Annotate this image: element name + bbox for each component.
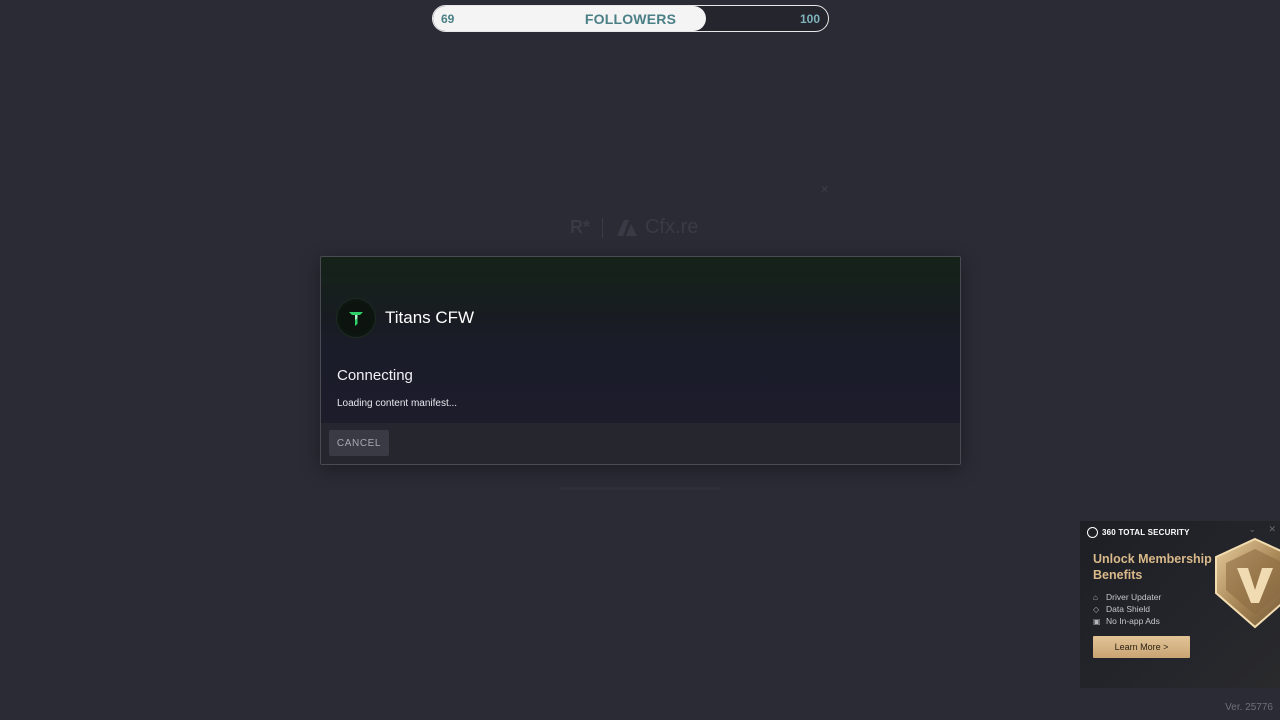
driver-icon: ⌂ — [1093, 592, 1098, 602]
version-label: Ver. 25776 — [1225, 702, 1273, 713]
no-ads-icon: ▣ — [1093, 616, 1101, 626]
followers-progress-bar: 69 FOLLOWERS 100 — [432, 5, 829, 32]
followers-goal-count: 100 — [799, 12, 820, 26]
connecting-dialog: Titans CFW Connecting Loading content ma… — [320, 256, 961, 465]
ad-close-icon[interactable]: ✕ — [1268, 524, 1276, 535]
status-subtitle: Loading content manifest... — [337, 398, 458, 409]
ad-minimize-icon[interactable]: ⌄ — [1248, 524, 1256, 535]
rockstar-logo: R* — [570, 217, 591, 237]
ad-brand-label: 360 TOTAL SECURITY — [1102, 528, 1190, 537]
status-title: Connecting — [337, 367, 413, 384]
ad-feature-label: Data Shield — [1106, 604, 1150, 614]
membership-shield-icon — [1215, 537, 1280, 629]
background-divider — [560, 487, 720, 490]
learn-more-button[interactable]: Learn More > — [1093, 636, 1190, 658]
shield-icon: ◇ — [1093, 604, 1100, 614]
server-header: Titans CFW — [337, 299, 474, 337]
cfx-label: Cfx.re — [645, 216, 699, 238]
cfx-logo-icon — [617, 219, 638, 236]
ad-feature-item: ◇ Data Shield — [1093, 603, 1161, 615]
titans-logo-glyph — [349, 312, 363, 326]
ad-title: Unlock Membership Benefits — [1093, 552, 1212, 582]
ad-feature-item: ⌂ Driver Updater — [1093, 591, 1161, 603]
followers-label: FOLLOWERS — [584, 11, 677, 27]
360-logo-icon — [1087, 527, 1098, 538]
background-brand: R* Cfx.re — [570, 216, 698, 239]
ad-feature-label: No In-app Ads — [1106, 616, 1160, 626]
titans-logo-icon — [337, 299, 375, 337]
ad-brand: 360 TOTAL SECURITY — [1087, 527, 1190, 538]
security-ad-popup[interactable]: 360 TOTAL SECURITY ⌄ ✕ Unlock Membership… — [1080, 521, 1280, 688]
cfx-brand: Cfx.re — [615, 216, 698, 239]
cancel-button[interactable]: CANCEL — [329, 430, 389, 456]
dialog-footer: CANCEL — [321, 423, 960, 464]
background-close-icon: ✕ — [820, 184, 830, 196]
ad-feature-list: ⌂ Driver Updater ◇ Data Shield ▣ No In-a… — [1093, 591, 1161, 627]
ad-feature-label: Driver Updater — [1106, 592, 1162, 602]
server-name: Titans CFW — [385, 308, 475, 327]
brand-divider — [602, 217, 604, 238]
ad-feature-item: ▣ No In-app Ads — [1093, 615, 1161, 627]
